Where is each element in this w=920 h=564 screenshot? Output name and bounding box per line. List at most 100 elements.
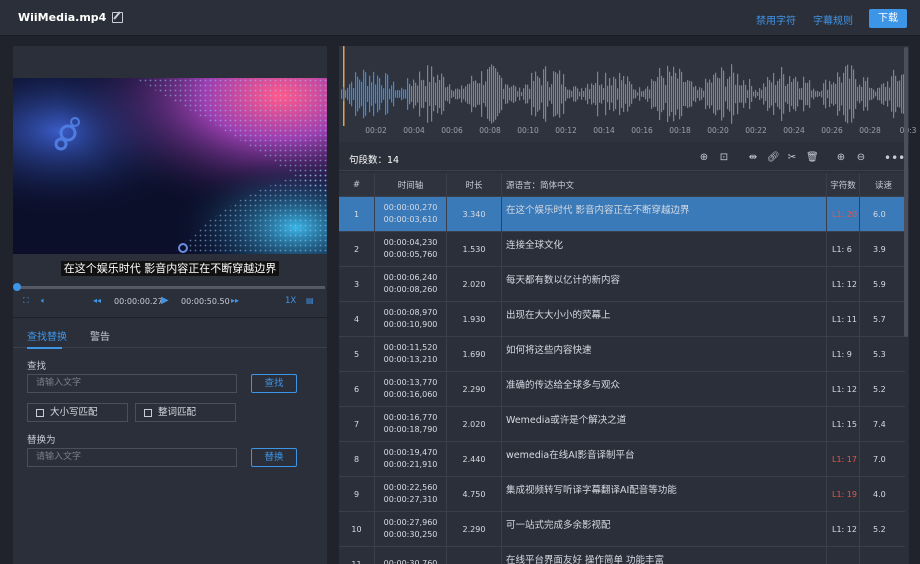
case-match-checkbox[interactable]: 大小写匹配	[27, 403, 128, 422]
split-icon[interactable]: ⇹	[747, 152, 759, 164]
merge-icon[interactable]: ⊡	[718, 152, 730, 164]
word-match-label: 整词匹配	[158, 407, 197, 418]
header-chars: 字符数	[827, 173, 860, 196]
replace-button[interactable]: 替换	[251, 448, 297, 467]
table-row[interactable]: 3 00:00:06,240 00:00:08,260 2.020 每天都有数以亿计的新…	[339, 267, 905, 302]
subtitle-toggle-icon[interactable]: ▤	[306, 296, 314, 305]
fullscreen-icon[interactable]: ⛶	[23, 296, 29, 306]
delete-icon[interactable]: 🗑︎	[806, 152, 819, 164]
tab-find-replace[interactable]: 查找替换	[27, 328, 67, 349]
row-number: 9	[339, 477, 375, 511]
row-chars: L1: 12	[827, 512, 860, 546]
row-text[interactable]: 每天都有数以亿计的新内容	[502, 267, 827, 301]
row-timecode: 00:00:11,520 00:00:13,210	[375, 337, 447, 371]
table-row[interactable]: 4 00:00:08,970 00:00:10,900 1.930 出现在大大小小的荧幕…	[339, 302, 905, 337]
forbidden-chars-link[interactable]: 禁用字符	[756, 12, 796, 27]
table-row[interactable]: 5 00:00:11,520 00:00:13,210 1.690 如何将这些内容快速 L…	[339, 337, 905, 372]
subtitle-panel: 00:02 00:04 00:06 00:08 00:10 00:12 00:14 00:16…	[339, 46, 916, 564]
tab-warning[interactable]: 警告	[90, 328, 110, 343]
row-duration	[447, 547, 502, 564]
download-button[interactable]: 下载	[869, 9, 907, 28]
replace-label: 替换为	[27, 435, 56, 446]
table-row[interactable]: 10 00:00:27,960 00:00:30,250 2.290 可一站式完成多余影…	[339, 512, 905, 547]
waveform[interactable]: 00:02 00:04 00:06 00:08 00:10 00:12 00:14 00:16…	[339, 46, 916, 142]
timeline-tick: 00:28	[859, 126, 881, 135]
row-text[interactable]: 可一站式完成多余影视配	[502, 512, 827, 546]
find-button[interactable]: 查找	[251, 374, 297, 393]
row-speed: 6.0	[873, 209, 886, 219]
progress-knob[interactable]	[12, 283, 21, 291]
zoom-out-icon[interactable]: ⊖	[855, 152, 867, 164]
row-speed: 4.0	[873, 489, 886, 499]
row-end-time: 00:00:16,060	[383, 390, 438, 399]
row-text[interactable]: Wemedia或许是个解决之道	[502, 407, 827, 441]
link-icon[interactable]: 🔗︎	[767, 152, 780, 164]
find-input[interactable]: 请输入文字	[27, 374, 237, 393]
row-timecode: 00:00:04,230 00:00:05,760	[375, 232, 447, 266]
row-speed	[860, 547, 905, 564]
top-bar: WiiMedia.mp4 禁用字符 字幕规则 下载	[0, 0, 920, 36]
word-match-checkbox[interactable]: 整词匹配	[135, 403, 236, 422]
row-speed: 5.3	[873, 349, 886, 359]
table-row[interactable]: 1 00:00:00,270 00:00:03,610 3.340 在这个娱乐时代 影音…	[339, 197, 905, 232]
scissors-icon[interactable]: ✂	[786, 152, 798, 164]
add-icon[interactable]: ⊕	[698, 152, 710, 164]
find-tabs: 查找替换 警告	[13, 328, 327, 349]
timeline-tick: 00:14	[593, 126, 615, 135]
header-time: 时间轴	[375, 173, 447, 196]
row-end-time: 00:00:05,760	[383, 250, 438, 259]
speed-button[interactable]: 1X	[285, 296, 296, 306]
table-row[interactable]: 6 00:00:13,770 00:00:16,060 2.290 准确的传达给全球多与…	[339, 372, 905, 407]
video-image	[13, 78, 327, 254]
zoom-in-icon[interactable]: ⊕	[835, 152, 847, 164]
row-end-time: 00:00:08,260	[383, 285, 438, 294]
filename-text: WiiMedia.mp4	[18, 11, 107, 24]
row-duration: 1.690	[447, 337, 502, 371]
more-icon[interactable]: •••	[884, 152, 905, 164]
row-text[interactable]: wemedia在线AI影音译制平台	[502, 442, 827, 476]
row-start-time: 00:00:08,970	[383, 308, 438, 317]
timeline-tick: 00:20	[707, 126, 729, 135]
table-scrollbar[interactable]	[904, 47, 908, 337]
row-text[interactable]: 准确的传达给全球多与观众	[502, 372, 827, 406]
row-number: 6	[339, 372, 375, 406]
find-label: 查找	[27, 361, 47, 372]
rewind-icon[interactable]: ◂◂	[93, 296, 101, 305]
subtitle-rows: 1 00:00:00,270 00:00:03,610 3.340 在这个娱乐时代 影音…	[339, 197, 909, 564]
subtitle-rules-link[interactable]: 字幕规则	[813, 12, 853, 27]
row-speed: 5.9	[873, 279, 886, 289]
row-speed: 5.2	[873, 384, 886, 394]
row-text[interactable]: 出现在大大小小的荧幕上	[502, 302, 827, 336]
row-text[interactable]: 在线平台界面友好 操作简单 功能丰富	[502, 547, 827, 564]
timeline-tick: 00:18	[669, 126, 691, 135]
row-chars: L1: 19	[827, 477, 860, 511]
edit-icon[interactable]	[112, 12, 124, 23]
row-text[interactable]: 在这个娱乐时代 影音内容正在不断穿越边界	[502, 197, 827, 231]
row-timecode: 00:00:08,970 00:00:10,900	[375, 302, 447, 336]
table-row[interactable]: 9 00:00:22,560 00:00:27,310 4.750 集成视频转写听译字幕…	[339, 477, 905, 512]
replace-input[interactable]: 请输入文字	[27, 448, 237, 467]
table-row[interactable]: 7 00:00:16,770 00:00:18,790 2.020 Wemedia或许是…	[339, 407, 905, 442]
row-start-time: 00:00:13,770	[383, 378, 438, 387]
row-start-time: 00:00:04,230	[383, 238, 438, 247]
timeline-tick: 00:3	[899, 126, 917, 135]
volume-icon[interactable]: 🔈︎	[41, 296, 46, 306]
table-row[interactable]: 2 00:00:04,230 00:00:05,760 1.530 连接全球文化 L1: …	[339, 232, 905, 267]
row-start-time: 00:00:30,760	[383, 559, 438, 564]
timeline-tick: 00:10	[517, 126, 539, 135]
row-duration: 1.930	[447, 302, 502, 336]
header-text: 源语言：简体中文	[502, 173, 827, 196]
table-toolbar: 句段数：14 ⊕ ⊡ ⇹ 🔗︎ ✂ 🗑︎ ⊕ ⊖ •••	[339, 145, 909, 171]
timeline-tick: 00:16	[631, 126, 653, 135]
play-icon[interactable]: ▶	[161, 295, 169, 306]
forward-icon[interactable]: ▸▸	[231, 296, 239, 305]
row-text[interactable]: 集成视频转写听译字幕翻译AI配音等功能	[502, 477, 827, 511]
table-row[interactable]: 8 00:00:19,470 00:00:21,910 2.440 wemedia在线A…	[339, 442, 905, 477]
row-text[interactable]: 连接全球文化	[502, 232, 827, 266]
timeline-tick: 00:08	[479, 126, 501, 135]
row-text[interactable]: 如何将这些内容快速	[502, 337, 827, 371]
case-match-label: 大小写匹配	[50, 407, 98, 418]
table-row[interactable]: 11 00:00:30,760 在线平台界面友好 操作简单 功能丰富	[339, 547, 905, 564]
progress-bar[interactable]	[12, 283, 325, 291]
video-frame[interactable]	[13, 78, 327, 254]
